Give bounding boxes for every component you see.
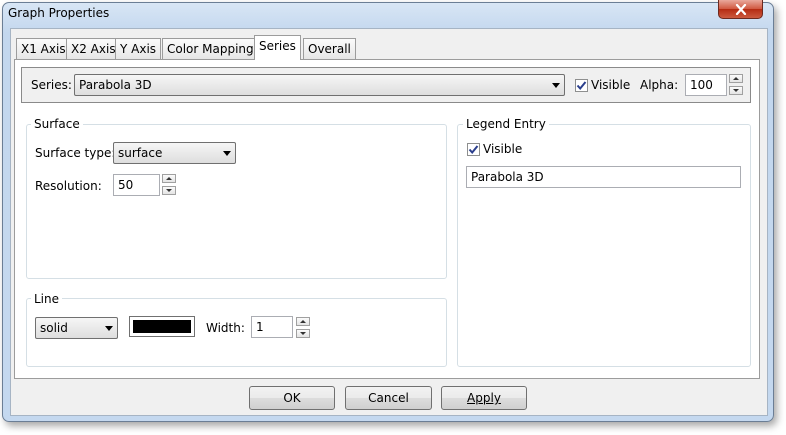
ok-button[interactable]: OK	[249, 386, 335, 410]
chevron-down-icon	[105, 326, 113, 331]
close-button[interactable]	[718, 0, 763, 19]
resolution-label: Resolution:	[35, 179, 102, 193]
alpha-input[interactable]: 100	[685, 74, 727, 96]
apply-button[interactable]: Apply	[441, 386, 527, 410]
tab-label: Overall	[308, 42, 351, 56]
line-color-button[interactable]	[129, 316, 195, 337]
tab-label: Y Axis	[120, 42, 157, 56]
series-visible-label: Visible	[591, 78, 631, 92]
arrow-up-icon	[733, 77, 739, 80]
legend-visible-checkbox[interactable]	[467, 143, 480, 156]
spin-up-button[interactable]	[296, 317, 310, 326]
tab-y-axis[interactable]: Y Axis	[115, 38, 162, 59]
spin-up-button[interactable]	[162, 174, 176, 183]
arrow-down-icon	[733, 89, 739, 92]
resolution-input[interactable]: 50	[113, 174, 160, 196]
width-label: Width:	[206, 321, 245, 335]
apply-button-label: Apply	[467, 391, 501, 405]
arrow-down-icon	[300, 332, 306, 335]
window-title: Graph Properties	[8, 6, 110, 20]
legend-text-input[interactable]: Parabola 3D	[466, 166, 741, 188]
line-width-spinner[interactable]	[296, 317, 310, 339]
tab-x1-axis[interactable]: X1 Axis	[16, 38, 71, 59]
series-visible-checkbox[interactable]	[575, 79, 588, 92]
chevron-down-icon	[223, 151, 231, 156]
tab-label: X2 Axis	[71, 42, 116, 56]
tab-x2-axis[interactable]: X2 Axis	[66, 38, 121, 59]
spin-down-button[interactable]	[296, 329, 310, 338]
resolution-spinner[interactable]	[162, 174, 176, 196]
tab-label: Color Mapping	[167, 42, 254, 56]
spin-down-button[interactable]	[729, 86, 743, 95]
arrow-up-icon	[300, 320, 306, 323]
alpha-spinner[interactable]	[729, 74, 743, 96]
legend-group	[457, 124, 751, 367]
surface-group-title: Surface	[31, 117, 83, 131]
spin-up-button[interactable]	[729, 74, 743, 83]
tab-label: X1 Axis	[21, 42, 66, 56]
tab-label: Series	[259, 39, 296, 53]
line-style-value: solid	[40, 321, 68, 335]
tab-overall[interactable]: Overall	[303, 38, 356, 59]
surface-type-value: surface	[118, 146, 163, 160]
surface-type-select[interactable]: surface	[113, 142, 236, 164]
legend-group-title: Legend Entry	[463, 117, 549, 131]
series-select-value: Parabola 3D	[79, 78, 152, 92]
checkmark-icon	[576, 81, 587, 91]
arrow-up-icon	[166, 177, 172, 180]
line-width-input[interactable]: 1	[251, 316, 293, 338]
surface-type-label: Surface type:	[35, 146, 116, 160]
line-color-swatch	[133, 320, 191, 333]
tab-series[interactable]: Series	[254, 35, 301, 60]
line-group-title: Line	[31, 292, 63, 306]
line-style-select[interactable]: solid	[35, 317, 118, 339]
series-select[interactable]: Parabola 3D	[74, 74, 565, 96]
series-label: Series:	[31, 78, 72, 92]
legend-visible-label: Visible	[483, 142, 523, 156]
chevron-down-icon	[552, 83, 560, 88]
checkmark-icon	[468, 145, 479, 155]
alpha-label: Alpha:	[640, 78, 679, 92]
tab-color-mapping[interactable]: Color Mapping	[162, 38, 259, 59]
spin-down-button[interactable]	[162, 186, 176, 195]
arrow-down-icon	[166, 189, 172, 192]
cancel-button[interactable]: Cancel	[345, 386, 432, 410]
close-icon	[735, 3, 746, 15]
